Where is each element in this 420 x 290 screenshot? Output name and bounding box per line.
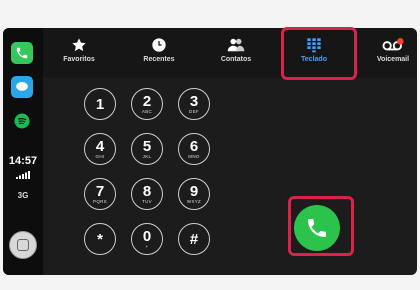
key-8[interactable]: 8 TUV: [131, 178, 163, 210]
key-digit: #: [189, 230, 199, 248]
contacts-icon: [227, 38, 245, 52]
key-digit: 8: [142, 183, 152, 200]
key-letters: ABC: [141, 109, 153, 114]
key-0[interactable]: 0 +: [131, 223, 163, 255]
tab-label: Voicemail: [376, 56, 410, 63]
key-3[interactable]: 3 DEF: [178, 88, 210, 120]
call-button-highlight: [288, 196, 354, 256]
key-5[interactable]: 5 JKL: [131, 133, 163, 165]
keypad-tab-highlight: [281, 27, 357, 80]
home-button[interactable]: [9, 231, 37, 259]
key-6[interactable]: 6 MNO: [178, 133, 210, 165]
spotify-app-icon[interactable]: [11, 110, 33, 132]
key-letters: +: [145, 244, 149, 249]
key-letters: WXYZ: [186, 199, 202, 204]
tab-label: Favoritos: [63, 56, 95, 63]
key-2[interactable]: 2 ABC: [131, 88, 163, 120]
key-letters: DEF: [189, 109, 199, 114]
clock-icon: [152, 38, 166, 52]
key-digit: 1: [95, 95, 105, 113]
key-digit: 6: [189, 138, 199, 155]
key-digit: 7: [95, 183, 105, 200]
signal-strength-icon: [16, 171, 30, 179]
key-digit: 5: [142, 138, 152, 155]
key-digit: 0: [142, 228, 152, 245]
network-indicator: 3G: [17, 191, 29, 200]
phone-app-icon[interactable]: [11, 42, 33, 64]
key-digit: 3: [189, 93, 199, 110]
key-1[interactable]: 1: [84, 88, 116, 120]
key-letters: GHI: [95, 154, 105, 159]
key-7[interactable]: 7 PQRS: [84, 178, 116, 210]
tab-voicemail[interactable]: Voicemail: [363, 34, 417, 74]
key-letters: JKL: [142, 154, 152, 159]
key-letters: TUV: [142, 199, 152, 204]
key-digit: *: [97, 230, 103, 248]
app-rail: 14:57 3G: [3, 28, 43, 275]
tab-label: Recentes: [143, 56, 175, 63]
key-digit: 2: [142, 93, 152, 110]
key-hash[interactable]: #: [178, 223, 210, 255]
star-icon: [72, 38, 86, 52]
tab-bar: Favoritos Recentes Contatos Teclado Voic…: [43, 28, 417, 78]
voicemail-icon: [382, 38, 404, 51]
key-digit: 9: [189, 183, 199, 200]
key-star[interactable]: *: [84, 223, 116, 255]
key-letters: MNO: [188, 154, 200, 159]
key-9[interactable]: 9 WXYZ: [178, 178, 210, 210]
key-letters: PQRS: [93, 199, 107, 204]
tab-contacts[interactable]: Contatos: [206, 34, 266, 74]
status-time: 14:57: [8, 155, 38, 167]
tab-label: Contatos: [220, 56, 252, 63]
messages-app-icon[interactable]: [11, 76, 33, 98]
key-4[interactable]: 4 GHI: [84, 133, 116, 165]
tab-favorites[interactable]: Favoritos: [49, 34, 109, 74]
tab-recents[interactable]: Recentes: [129, 34, 189, 74]
key-digit: 4: [95, 138, 105, 155]
home-grid-icon: [17, 239, 29, 251]
